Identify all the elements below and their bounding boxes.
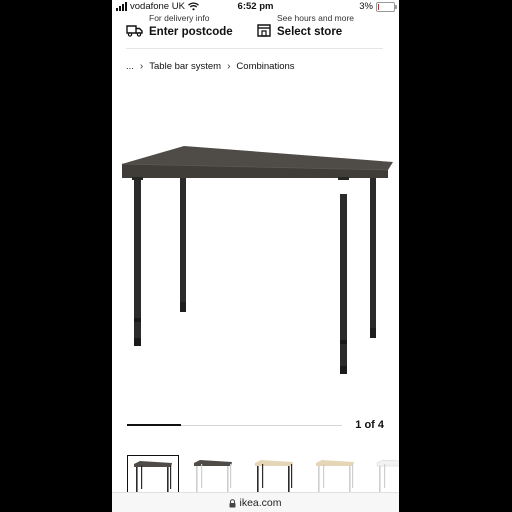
battery-level bbox=[378, 3, 379, 10]
truck-icon bbox=[126, 25, 143, 37]
delivery-postcode-button[interactable]: For delivery info Enter postcode bbox=[126, 14, 233, 38]
delivery-label: Enter postcode bbox=[149, 26, 233, 38]
carousel-progress-track[interactable] bbox=[127, 424, 342, 426]
url-bar[interactable]: ikea.com bbox=[112, 492, 399, 512]
header-divider bbox=[126, 48, 383, 49]
breadcrumb-ellipsis[interactable]: ... bbox=[126, 61, 134, 72]
phone-screen: vodafone UK 6:52 pm 3% For delivery info… bbox=[112, 0, 399, 512]
thumbnail-strip bbox=[127, 455, 399, 493]
select-store-button[interactable]: See hours and more Select store bbox=[257, 14, 354, 38]
thumbnail-desk-image bbox=[134, 461, 172, 493]
battery-icon bbox=[376, 1, 397, 12]
thumbnail-4[interactable] bbox=[310, 455, 362, 493]
store-subtext: See hours and more bbox=[277, 13, 355, 23]
thumbnail-desk-image bbox=[194, 460, 232, 492]
thumbnail-3[interactable] bbox=[249, 455, 301, 493]
thumbnail-desk-image bbox=[376, 459, 399, 492]
lock-icon bbox=[229, 498, 236, 507]
image-counter: 1 of 4 bbox=[355, 419, 384, 431]
product-image[interactable] bbox=[112, 130, 399, 390]
status-bar: vodafone UK 6:52 pm 3% bbox=[112, 0, 399, 14]
thumbnail-2[interactable] bbox=[188, 455, 240, 493]
chevron-right-icon: › bbox=[139, 61, 144, 72]
url-domain: ikea.com bbox=[239, 497, 282, 509]
thumbnail-desk-image bbox=[255, 460, 293, 492]
delivery-subtext: For delivery info bbox=[149, 13, 210, 23]
clock: 6:52 pm bbox=[237, 1, 274, 12]
breadcrumb: ... › Table bar system › Combinations bbox=[126, 61, 295, 72]
thumbnail-1[interactable] bbox=[127, 455, 179, 493]
breadcrumb-item-combinations[interactable]: Combinations bbox=[236, 61, 294, 72]
store-icon bbox=[257, 24, 271, 37]
carousel-progress-indicator bbox=[127, 424, 181, 426]
chevron-right-icon: › bbox=[227, 61, 231, 72]
store-label: Select store bbox=[277, 26, 343, 38]
breadcrumb-item-table-bar-system[interactable]: Table bar system bbox=[149, 61, 221, 72]
thumbnail-5[interactable] bbox=[371, 455, 399, 493]
thumbnail-desk-image bbox=[316, 460, 354, 492]
battery-percent: 3% bbox=[359, 1, 373, 12]
